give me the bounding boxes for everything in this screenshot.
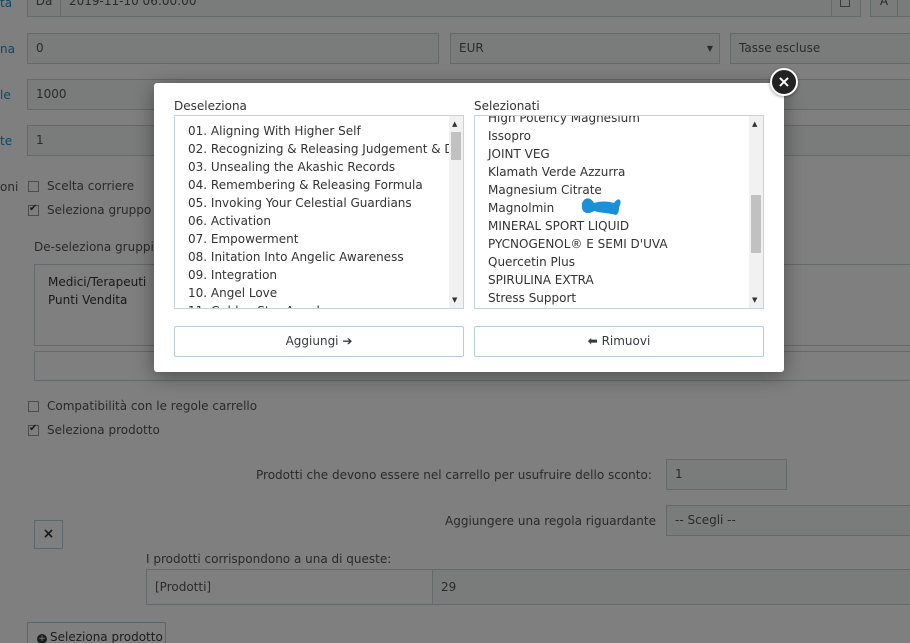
arrow-right-icon: ➔ [342,334,353,348]
scrollbar-thumb[interactable] [751,195,761,253]
selected-title: Selezionati [474,99,540,113]
add-button[interactable]: Aggiungi ➔ [174,326,464,357]
list-item[interactable]: 11. Golden Star Angels [175,302,449,308]
list-item[interactable]: High Potency Magnesium [475,116,749,127]
close-icon: × [777,72,791,91]
list-item[interactable]: PYCNOGENOL® E SEMI D'UVA [475,235,749,253]
list-item[interactable]: 08. Initation Into Angelic Awareness [175,248,449,266]
available-products-list[interactable]: 01. Aligning With Higher Self 02. Recogni… [174,115,464,309]
remove-button-label: Rimuovi [601,334,651,348]
close-modal-button[interactable]: × [770,68,798,96]
right-list-scrollbar[interactable]: ▲ ▼ [749,116,763,308]
deselect-title: Deseleziona [174,99,247,113]
scroll-down-icon[interactable]: ▼ [452,296,457,304]
list-item[interactable]: Quercetin Plus [475,253,749,271]
add-button-label: Aggiungi [285,334,339,348]
list-item[interactable]: 02. Recognizing & Releasing Judgement & … [175,140,449,158]
list-item[interactable]: 04. Remembering & Releasing Formula [175,176,449,194]
list-item[interactable]: Stress Support [475,289,749,307]
list-item[interactable]: 01. Aligning With Higher Self [175,122,449,140]
scroll-up-icon[interactable]: ▲ [752,120,757,128]
scroll-up-icon[interactable]: ▲ [452,120,457,128]
list-item[interactable]: Klamath Verde Azzurra [475,163,749,181]
list-item[interactable]: JOINT VEG [475,145,749,163]
scroll-down-icon[interactable]: ▼ [752,296,757,304]
left-list-scrollbar[interactable]: ▲ ▼ [449,116,463,308]
list-item[interactable]: 06. Activation [175,212,449,230]
list-item[interactable]: Issopro [475,127,749,145]
annotation-scribble [582,198,621,215]
list-item[interactable]: 09. Integration [175,266,449,284]
remove-button[interactable]: ⬅ Rimuovi [474,326,764,357]
list-item[interactable]: 05. Invoking Your Celestial Guardians [175,194,449,212]
list-item[interactable]: 10. Angel Love [175,284,449,302]
arrow-left-icon: ⬅ [587,334,598,348]
list-item[interactable]: 03. Unsealing the Akashic Records [175,158,449,176]
list-item[interactable]: SPIRULINA EXTRA [475,271,749,289]
scrollbar-thumb[interactable] [451,132,461,160]
product-selection-modal: Deseleziona Selezionati 01. Aligning Wit… [154,83,784,372]
list-item[interactable]: 07. Empowerment [175,230,449,248]
